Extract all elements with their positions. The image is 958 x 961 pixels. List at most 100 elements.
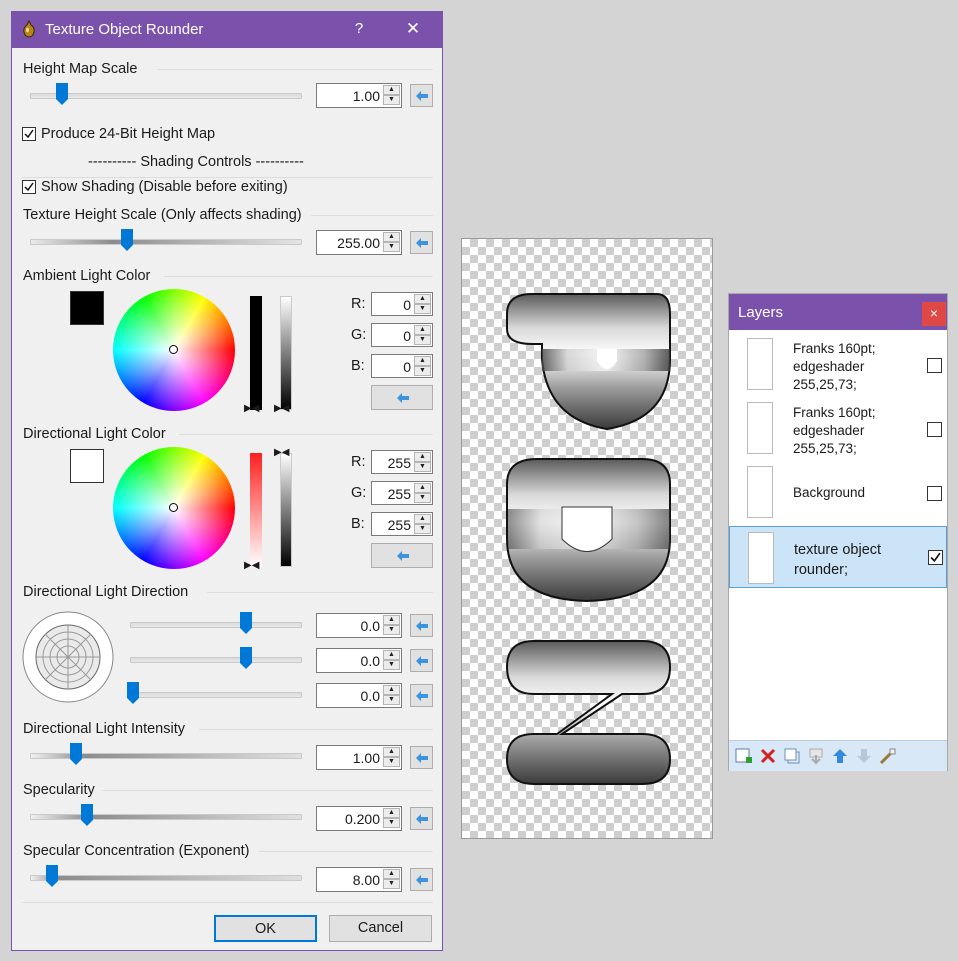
texture-height-scale-slider[interactable] <box>30 239 302 245</box>
spinner[interactable]: ▲ ▼ <box>383 650 400 671</box>
spinner[interactable]: ▲ ▼ <box>414 452 431 473</box>
properties-icon[interactable] <box>879 747 897 765</box>
reset-arrow-icon <box>416 91 428 101</box>
spinner[interactable]: ▲ ▼ <box>414 514 431 535</box>
layer-visibility-checkbox[interactable] <box>927 358 942 373</box>
spinner[interactable]: ▲ ▼ <box>383 232 400 253</box>
layer-visibility-checkbox[interactable] <box>927 486 942 501</box>
layer-row-selected[interactable]: texture object rounder; <box>729 526 947 588</box>
layer-row[interactable]: Franks 160pt; edgeshader 255,25,73; <box>729 332 947 396</box>
delete-layer-icon[interactable] <box>759 747 777 765</box>
spinner[interactable]: ▲ ▼ <box>414 483 431 504</box>
directional-light-direction-label: Directional Light Direction <box>23 584 189 600</box>
separator <box>179 434 433 435</box>
close-button[interactable]: ✕ <box>402 19 424 39</box>
specular-concentration-slider[interactable] <box>30 875 302 881</box>
spinner[interactable]: ▲ ▼ <box>414 325 431 346</box>
reset-height-map-scale-button[interactable] <box>410 84 433 107</box>
slider-thumb[interactable] <box>120 228 134 252</box>
reset-direction-x-button[interactable] <box>410 614 433 637</box>
specularity-slider[interactable] <box>30 814 302 820</box>
directional-wheel-marker[interactable] <box>169 503 178 512</box>
image-canvas[interactable] <box>461 238 713 839</box>
spinner[interactable]: ▲ ▼ <box>383 685 400 706</box>
help-button[interactable]: ? <box>349 20 369 37</box>
direction-x-input[interactable]: 0.0 ▲ ▼ <box>316 613 402 638</box>
direction-x-slider[interactable] <box>130 622 302 628</box>
directional-alpha-bar[interactable] <box>280 453 292 567</box>
reset-concentration-button[interactable] <box>410 868 433 891</box>
show-shading-checkbox[interactable] <box>22 180 36 194</box>
slider-thumb[interactable] <box>55 82 69 106</box>
ambient-alpha-handle-icon[interactable]: ▶◀ <box>274 403 289 414</box>
separator <box>311 215 433 216</box>
directional-g-input[interactable]: 255 ▲ ▼ <box>371 481 433 505</box>
produce-24bit-checkbox[interactable] <box>22 127 36 141</box>
reset-intensity-button[interactable] <box>410 746 433 769</box>
ambient-g-label: G: <box>351 327 367 343</box>
height-map-scale-input[interactable]: 1.00 ▲ ▼ <box>316 83 402 108</box>
move-up-icon[interactable] <box>831 747 849 765</box>
slider-thumb[interactable] <box>239 611 253 635</box>
ambient-g-input[interactable]: 0 ▲ ▼ <box>371 323 433 347</box>
ambient-wheel-marker[interactable] <box>169 345 178 354</box>
slider-thumb[interactable] <box>45 864 59 888</box>
move-down-icon[interactable] <box>855 747 873 765</box>
reset-specularity-button[interactable] <box>410 807 433 830</box>
directional-light-color-label: Directional Light Color <box>23 426 166 442</box>
spinner[interactable]: ▲ ▼ <box>383 85 400 106</box>
ambient-r-input[interactable]: 0 ▲ ▼ <box>371 292 433 316</box>
spinner[interactable]: ▲ ▼ <box>383 869 400 890</box>
direction-y-input[interactable]: 0.0 ▲ ▼ <box>316 648 402 673</box>
ok-button[interactable]: OK <box>214 915 317 942</box>
directional-alpha-handle-icon[interactable]: ▶◀ <box>274 447 289 458</box>
ambient-b-input[interactable]: 0 ▲ ▼ <box>371 354 433 378</box>
ambient-color-swatch[interactable] <box>70 291 104 325</box>
reset-texture-height-button[interactable] <box>410 231 433 254</box>
spinner[interactable]: ▲ ▼ <box>414 294 431 315</box>
directional-b-input[interactable]: 255 ▲ ▼ <box>371 512 433 536</box>
specular-concentration-input[interactable]: 8.00 ▲ ▼ <box>316 867 402 892</box>
ambient-value-handle-icon[interactable]: ▶◀ <box>244 403 259 414</box>
intensity-input[interactable]: 1.00 ▲ ▼ <box>316 745 402 770</box>
layer-row[interactable]: Franks 160pt; edgeshader 255,25,73; <box>729 396 947 460</box>
duplicate-layer-icon[interactable] <box>783 747 801 765</box>
separator <box>259 851 433 852</box>
specularity-input[interactable]: 0.200 ▲ ▼ <box>316 806 402 831</box>
spinner[interactable]: ▲ ▼ <box>383 615 400 636</box>
directional-value-bar[interactable] <box>250 453 262 567</box>
slider-thumb[interactable] <box>239 646 253 670</box>
reset-direction-z-button[interactable] <box>410 684 433 707</box>
layers-close-button[interactable]: × <box>922 302 946 326</box>
reset-directional-color-button[interactable] <box>371 543 433 568</box>
layer-visibility-checkbox[interactable] <box>927 422 942 437</box>
slider-thumb[interactable] <box>126 681 140 705</box>
show-shading-label: Show Shading (Disable before exiting) <box>41 179 288 195</box>
light-direction-sphere-icon[interactable] <box>22 611 114 703</box>
layer-visibility-checkbox[interactable] <box>928 550 943 565</box>
spinner[interactable]: ▲ ▼ <box>414 356 431 377</box>
directional-r-input[interactable]: 255 ▲ ▼ <box>371 450 433 474</box>
reset-direction-y-button[interactable] <box>410 649 433 672</box>
direction-z-input[interactable]: 0.0 ▲ ▼ <box>316 683 402 708</box>
add-layer-icon[interactable] <box>735 747 753 765</box>
reset-ambient-button[interactable] <box>371 385 433 410</box>
directional-color-swatch[interactable] <box>70 449 104 483</box>
cancel-button[interactable]: Cancel <box>329 915 432 942</box>
ambient-value-bar[interactable] <box>250 296 262 410</box>
dialog-title-bar: Texture Object Rounder ? ✕ <box>12 12 442 48</box>
spinner[interactable]: ▲ ▼ <box>383 808 400 829</box>
specular-concentration-label: Specular Concentration (Exponent) <box>23 843 250 859</box>
direction-y-slider[interactable] <box>130 657 302 663</box>
layer-thumbnail <box>747 466 773 518</box>
direction-z-slider[interactable] <box>130 692 302 698</box>
slider-thumb[interactable] <box>80 803 94 827</box>
height-map-scale-slider[interactable] <box>30 93 302 99</box>
slider-thumb[interactable] <box>69 742 83 766</box>
ambient-alpha-bar[interactable] <box>280 296 292 410</box>
texture-height-scale-input[interactable]: 255.00 ▲ ▼ <box>316 230 402 255</box>
layer-row[interactable]: Background <box>729 460 947 524</box>
spinner[interactable]: ▲ ▼ <box>383 747 400 768</box>
directional-value-handle-icon[interactable]: ▶◀ <box>244 560 259 571</box>
merge-down-icon[interactable] <box>807 747 825 765</box>
